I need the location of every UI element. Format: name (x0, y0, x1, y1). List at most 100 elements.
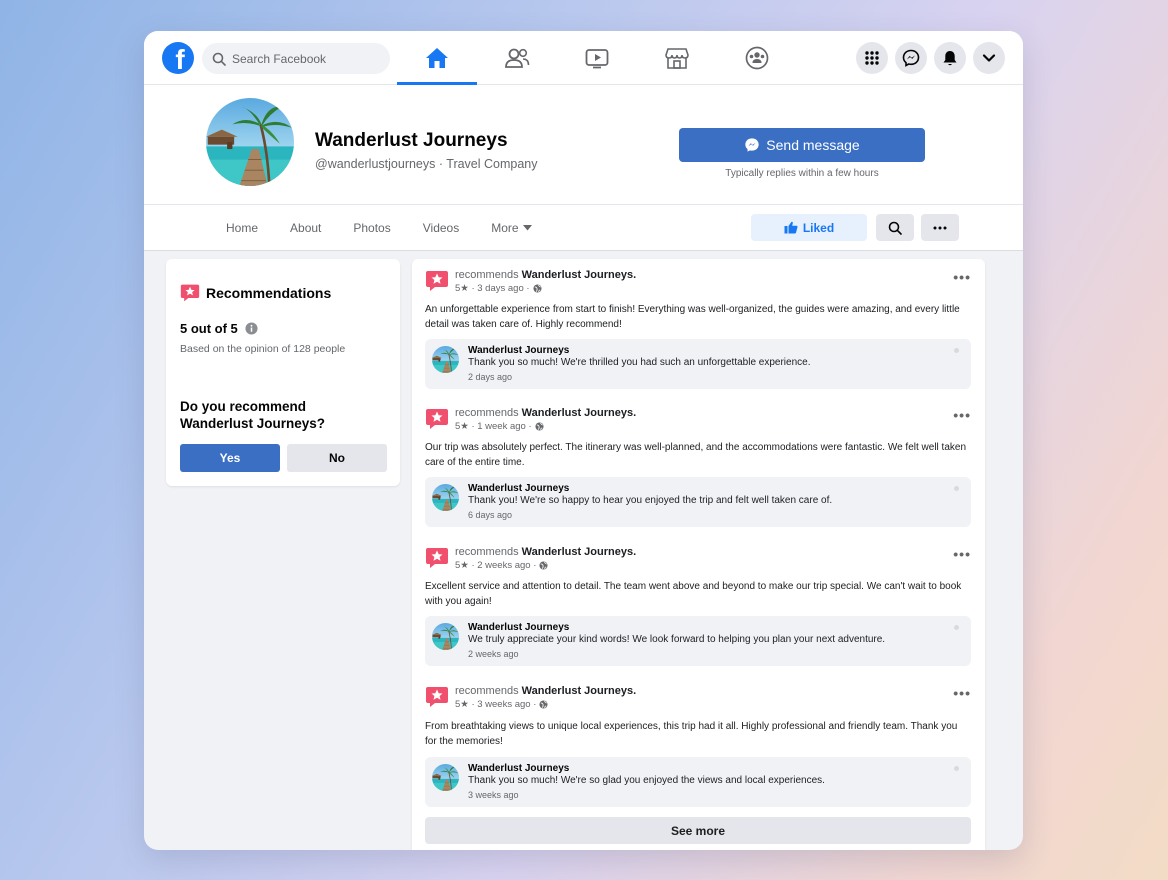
resort-photo (432, 484, 459, 511)
reply-text: Thank you so much! We're so glad you enj… (468, 775, 825, 786)
nav-tab-marketplace[interactable] (637, 31, 717, 85)
page-more-options-button[interactable] (921, 214, 959, 241)
messenger-icon (902, 49, 920, 67)
recommend-question: Do you recommend Wanderlust Journeys? (180, 399, 326, 431)
messenger-icon (745, 138, 759, 152)
liked-label: Liked (802, 220, 835, 235)
recommend-badge-icon (426, 409, 448, 429)
top-navigation-bar: f (144, 31, 1023, 85)
reply-author[interactable]: Wanderlust Journeys (468, 763, 569, 774)
menu-grid-icon (865, 51, 879, 65)
tab-videos[interactable]: Videos (423, 221, 459, 235)
globe-icon (532, 284, 542, 293)
post-text: An unforgettable experience from start t… (425, 304, 960, 330)
menu-button[interactable] (856, 42, 888, 74)
reply-timestamp: 2 weeks ago (468, 649, 519, 659)
nav-tab-video[interactable] (557, 31, 637, 85)
resort-photo (206, 98, 294, 186)
thumbs-up-icon (784, 221, 798, 234)
page-search-button[interactable] (876, 214, 914, 241)
search-icon (212, 52, 226, 66)
page-reply: Wanderlust Journeys Thank you so much! W… (425, 757, 971, 807)
post-page-link[interactable]: Wanderlust Journeys. (522, 269, 637, 281)
reply-author[interactable]: Wanderlust Journeys (468, 622, 569, 633)
score-basis: Based on the opinion of 128 people (180, 343, 346, 355)
post-options-button[interactable]: ••• (953, 407, 971, 423)
tab-about[interactable]: About (290, 221, 321, 235)
post-options-button[interactable]: ••• (953, 685, 971, 701)
post-page-link[interactable]: Wanderlust Journeys. (522, 685, 637, 697)
reply-options-dot[interactable] (954, 766, 959, 771)
notifications-button[interactable] (934, 42, 966, 74)
page-tabs: Home About Photos Videos More (226, 205, 564, 251)
reply-timestamp: 3 weeks ago (468, 790, 519, 800)
nav-tab-friends[interactable] (477, 31, 557, 85)
reply-options-dot[interactable] (954, 486, 959, 491)
post-rating-time: 5★ · 2 weeks ago · (455, 560, 537, 571)
see-more-button[interactable]: See more (425, 817, 971, 844)
recommendations-feed: recommends Wanderlust Journeys. 5★ · 3 d… (412, 259, 985, 850)
tab-photos[interactable]: Photos (353, 221, 390, 235)
post-action: recommends (455, 546, 519, 558)
avatar[interactable] (432, 346, 459, 373)
recommend-badge-icon (426, 271, 448, 291)
nav-tab-groups[interactable] (717, 31, 797, 85)
yes-button[interactable]: Yes (180, 444, 280, 472)
score-text: 5 out of 5 (180, 321, 238, 336)
browser-window: f Search Facebook Wanderlust Journeys @w… (144, 31, 1023, 850)
recommendations-card: Recommendations 5 out of 5 Based on the … (166, 259, 400, 486)
post-page-link[interactable]: Wanderlust Journeys. (522, 407, 637, 419)
avatar[interactable] (432, 764, 459, 791)
post-rating-time: 5★ · 3 days ago · (455, 283, 530, 294)
more-horizontal-icon (933, 226, 947, 229)
info-icon[interactable] (245, 322, 258, 335)
tab-more[interactable]: More (491, 221, 532, 235)
post-meta: 5★ · 3 weeks ago · (455, 699, 548, 710)
facebook-logo[interactable]: f (162, 42, 194, 74)
page-header: Wanderlust Journeys @wanderlustjourneys … (144, 85, 1023, 205)
page-avatar[interactable] (206, 98, 294, 186)
no-button[interactable]: No (287, 444, 387, 472)
post-rating-time: 5★ · 3 weeks ago · (455, 699, 537, 710)
reply-options-dot[interactable] (954, 348, 959, 353)
avatar[interactable] (432, 623, 459, 650)
send-message-label: Send message (766, 137, 860, 153)
reply-options-dot[interactable] (954, 625, 959, 630)
page-handle-category: @wanderlustjourneys · Travel Company (315, 157, 538, 171)
recommend-badge-icon (180, 284, 200, 302)
post-rating-time: 5★ · 1 week ago · (455, 421, 532, 432)
recommend-badge-icon (426, 548, 448, 568)
avatar[interactable] (432, 484, 459, 511)
page-reply: Wanderlust Journeys Thank you so much! W… (425, 339, 971, 389)
reply-author[interactable]: Wanderlust Journeys (468, 345, 569, 356)
post-meta: 5★ · 2 weeks ago · (455, 560, 548, 571)
messenger-button[interactable] (895, 42, 927, 74)
recommendations-header: Recommendations (180, 283, 331, 303)
post-header: recommends Wanderlust Journeys. (455, 407, 636, 419)
tab-home[interactable]: Home (226, 221, 258, 235)
recommendations-title: Recommendations (206, 285, 332, 301)
search-box[interactable] (202, 43, 390, 74)
groups-icon (745, 46, 769, 70)
tab-more-label: More (491, 221, 519, 235)
reply-author[interactable]: Wanderlust Journeys (468, 483, 569, 494)
post-options-button[interactable]: ••• (953, 546, 971, 562)
chevron-down-icon (982, 54, 996, 62)
post-header: recommends Wanderlust Journeys. (455, 546, 636, 558)
home-icon (426, 48, 448, 68)
search-icon (888, 221, 902, 235)
account-controls (856, 42, 1005, 74)
nav-tab-home[interactable] (397, 31, 477, 85)
liked-button[interactable]: Liked (751, 214, 867, 241)
reply-text: Thank you! We're so happy to hear you en… (468, 495, 833, 506)
send-message-button[interactable]: Send message (679, 128, 925, 162)
post-action: recommends (455, 269, 519, 281)
post-page-link[interactable]: Wanderlust Journeys. (522, 546, 637, 558)
post-options-button[interactable]: ••• (953, 269, 971, 285)
search-input[interactable] (232, 51, 372, 66)
post-text: From breathtaking views to unique local … (425, 721, 958, 747)
recommend-badge-icon (426, 687, 448, 707)
page-reply: Wanderlust Journeys We truly appreciate … (425, 616, 971, 666)
account-button[interactable] (973, 42, 1005, 74)
reply-text: Thank you so much! We're thrilled you ha… (468, 357, 811, 368)
